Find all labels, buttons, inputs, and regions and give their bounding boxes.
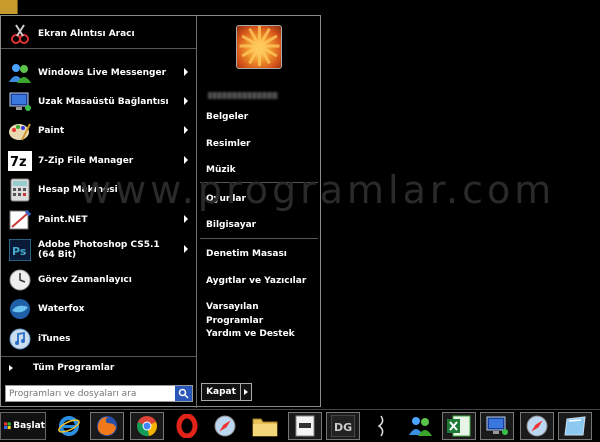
separator <box>200 182 318 183</box>
itunes-icon <box>7 326 33 352</box>
places-pane: Belgeler Resimler Müzik Oyunlar Bilgisay… <box>198 16 321 408</box>
start-label: Başlat <box>13 421 45 431</box>
search-box <box>5 385 193 402</box>
remote-desktop-icon <box>7 89 33 115</box>
shutdown-button[interactable]: Kapat <box>201 383 241 401</box>
submenu-arrow-icon[interactable] <box>184 215 188 223</box>
pinned-item-label: Ekran Alıntısı Aracı <box>38 29 135 39</box>
program-label: Paint.NET <box>38 214 88 225</box>
safari-icon[interactable] <box>520 412 554 440</box>
waterfox-icon <box>7 296 33 322</box>
submenu-arrow-icon[interactable] <box>184 156 188 164</box>
program-item-remote-desktop[interactable]: Uzak Masaüstü Bağlantısı <box>1 87 196 116</box>
place-item-games[interactable]: Oyunlar <box>206 192 316 206</box>
program-label: Paint <box>38 125 65 136</box>
shutdown-group: Kapat <box>201 383 252 401</box>
program-label: Adobe Photoshop CS5.1 (64 Bit) <box>38 239 160 260</box>
program-item-calculator[interactable]: Hesap Makinesi <box>1 175 196 204</box>
program-label: Hesap Makinesi <box>38 184 118 195</box>
messenger-icon <box>7 60 33 86</box>
dg-icon[interactable]: DG <box>326 412 360 440</box>
program-label: 7-Zip File Manager <box>38 155 134 166</box>
svg-text:7z: 7z <box>10 155 27 170</box>
place-item-devices-printers[interactable]: Aygıtlar ve Yazıcılar <box>206 274 316 288</box>
notepad-icon[interactable] <box>288 412 322 440</box>
shutdown-options-arrow-icon[interactable] <box>241 383 252 401</box>
program-item-task-scheduler[interactable]: Görev Zamanlayıcı <box>1 265 196 294</box>
user-avatar[interactable] <box>236 25 282 69</box>
chrome-icon[interactable] <box>130 412 164 440</box>
search-input[interactable] <box>6 386 176 401</box>
program-item-paint[interactable]: Paint <box>1 116 196 145</box>
messenger-icon[interactable] <box>404 412 438 440</box>
windows-logo-icon <box>4 422 11 430</box>
place-item-pictures[interactable]: Resimler <box>206 137 316 151</box>
window-icon[interactable] <box>558 412 592 440</box>
paint-icon <box>7 118 33 144</box>
photoshop-icon: Ps <box>7 237 33 263</box>
place-item-computer[interactable]: Bilgisayar <box>206 218 316 232</box>
separator <box>200 238 318 239</box>
all-programs-label: Tüm Programlar <box>33 362 115 373</box>
submenu-arrow-icon[interactable] <box>184 97 188 105</box>
triangle-right-icon <box>9 364 13 371</box>
scissors-icon <box>7 21 33 47</box>
all-programs-button[interactable]: Tüm Programlar <box>1 356 196 378</box>
clock-icon <box>7 267 33 293</box>
excel-icon[interactable] <box>442 412 476 440</box>
opera-icon[interactable] <box>170 412 204 440</box>
programs-pane: Ekran Alıntısı Aracı Windows Live Messen… <box>1 16 197 408</box>
program-label: Görev Zamanlayıcı <box>38 274 132 285</box>
place-item-default-programs[interactable]: Varsayılan Programlar <box>206 300 316 326</box>
remote-desktop-icon[interactable] <box>480 412 514 440</box>
place-item-control-panel[interactable]: Denetim Masası <box>206 247 316 261</box>
submenu-arrow-icon[interactable] <box>184 68 188 76</box>
desktop-folder-corner <box>0 0 18 14</box>
svg-text:Ps: Ps <box>12 245 27 258</box>
program-item-7zip[interactable]: 7z 7-Zip File Manager <box>1 146 196 175</box>
safari-icon[interactable] <box>208 412 242 440</box>
program-item-photoshop[interactable]: Ps Adobe Photoshop CS5.1 (64 Bit) <box>1 235 196 264</box>
place-item-music[interactable]: Müzik <box>206 163 316 177</box>
place-item-help-support[interactable]: Yardım ve Destek <box>206 327 316 341</box>
submenu-arrow-icon[interactable] <box>184 126 188 134</box>
program-label: Uzak Masaüstü Bağlantısı <box>38 96 169 107</box>
place-item-documents[interactable]: Belgeler <box>206 110 316 124</box>
start-menu: Ekran Alıntısı Aracı Windows Live Messen… <box>0 15 321 408</box>
taskbar: Başlat DG <box>0 409 600 442</box>
search-icon[interactable] <box>175 386 192 401</box>
ie-icon[interactable] <box>52 412 86 440</box>
submenu-arrow-icon[interactable] <box>184 245 188 253</box>
start-button[interactable]: Başlat <box>0 412 46 440</box>
7zip-icon: 7z <box>7 148 33 174</box>
pinned-item-snipping-tool[interactable]: Ekran Alıntısı Aracı <box>1 20 196 49</box>
program-item-messenger[interactable]: Windows Live Messenger <box>1 58 196 87</box>
program-item-itunes[interactable]: iTunes <box>1 324 196 353</box>
user-name-blurred[interactable] <box>208 92 278 99</box>
program-item-waterfox[interactable]: Waterfox <box>1 294 196 323</box>
program-label: Waterfox <box>38 303 85 314</box>
folder-icon[interactable] <box>248 412 282 440</box>
program-label: Windows Live Messenger <box>38 67 167 78</box>
paintnet-icon <box>7 207 33 233</box>
svg-text:DG: DG <box>334 421 352 434</box>
program-item-paintnet[interactable]: Paint.NET <box>1 205 196 234</box>
program-label: iTunes <box>38 333 71 344</box>
pen-icon[interactable] <box>364 412 398 440</box>
calculator-icon <box>7 177 33 203</box>
firefox-icon[interactable] <box>90 412 124 440</box>
